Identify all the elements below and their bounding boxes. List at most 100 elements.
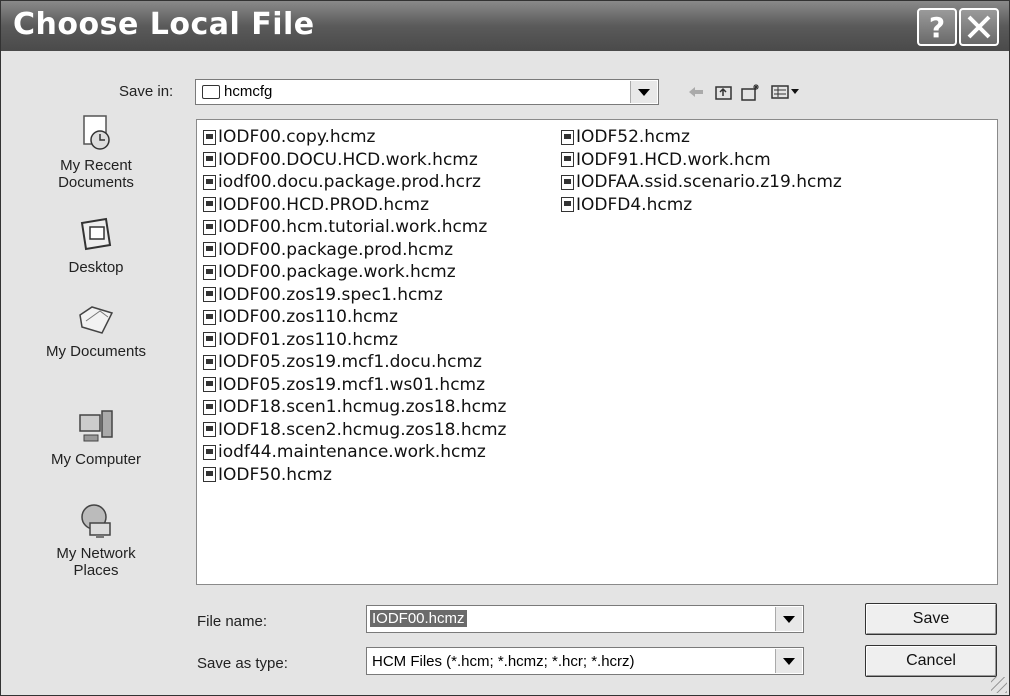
- list-item[interactable]: IODFAA.ssid.scenario.z19.hcmz: [561, 171, 842, 194]
- my-computer-icon: [79, 410, 113, 442]
- view-menu-button[interactable]: [769, 81, 803, 103]
- file-icon: [203, 422, 216, 438]
- file-name: IODF00.copy.hcmz: [218, 127, 376, 148]
- desktop-icon: [80, 217, 112, 251]
- save-in-value: hcmcfg: [224, 83, 273, 100]
- list-item[interactable]: IODF00.package.work.hcmz: [203, 261, 506, 284]
- file-icon: [203, 377, 216, 393]
- list-item[interactable]: IODF05.zos19.mcf1.docu.hcmz: [203, 351, 506, 374]
- save-in-dropdown[interactable]: hcmcfg: [195, 79, 659, 105]
- list-item[interactable]: iodf00.docu.package.prod.hcrz: [203, 171, 506, 194]
- file-icon: [561, 197, 574, 213]
- help-icon: ?: [928, 10, 946, 44]
- save-button[interactable]: Save: [865, 603, 997, 635]
- file-name: IODF00.package.prod.hcmz: [218, 239, 454, 260]
- file-name: IODFAA.ssid.scenario.z19.hcmz: [576, 172, 842, 193]
- place-network[interactable]: My Network Places: [11, 501, 181, 579]
- close-button[interactable]: [959, 8, 999, 46]
- place-label: Documents: [58, 174, 134, 191]
- file-icon: [561, 152, 574, 168]
- list-item[interactable]: IODF91.HCD.work.hcm: [561, 149, 842, 172]
- resize-grip[interactable]: [991, 677, 1007, 693]
- place-recent-documents[interactable]: My Recent Documents: [11, 113, 181, 191]
- file-name: IODF05.zos19.mcf1.docu.hcmz: [218, 352, 482, 373]
- file-icon: [203, 467, 216, 483]
- file-name-field[interactable]: IODF00.hcmz: [366, 605, 804, 633]
- file-name: IODF00.package.work.hcmz: [218, 262, 456, 283]
- list-item[interactable]: IODFD4.hcmz: [561, 194, 842, 217]
- file-name: IODF05.zos19.mcf1.ws01.hcmz: [218, 374, 486, 395]
- place-label: My Computer: [50, 451, 142, 468]
- file-column-2: IODF52.hcmz IODF91.HCD.work.hcm IODFAA.s…: [561, 126, 842, 216]
- file-name: IODF00.zos110.hcmz: [218, 307, 398, 328]
- list-item[interactable]: IODF18.scen2.hcmug.zos18.hcmz: [203, 419, 506, 442]
- file-icon: [203, 152, 216, 168]
- list-item[interactable]: IODF00.HCD.PROD.hcmz: [203, 194, 506, 217]
- save-as-type-label: Save as type:: [197, 655, 288, 672]
- folder-icon: [202, 85, 220, 99]
- file-icon: [203, 287, 216, 303]
- close-icon: [967, 15, 991, 39]
- file-icon: [203, 174, 216, 190]
- cancel-button[interactable]: Cancel: [865, 645, 997, 677]
- file-icon: [561, 129, 574, 145]
- file-name: IODFD4.hcmz: [576, 194, 693, 215]
- back-button[interactable]: [685, 81, 707, 103]
- back-arrow-icon: [689, 87, 703, 97]
- file-name: IODF18.scen2.hcmug.zos18.hcmz: [218, 419, 507, 440]
- up-folder-button[interactable]: [713, 81, 735, 103]
- save-as-type-dropdown[interactable]: HCM Files (*.hcm; *.hcmz; *.hcr; *.hcrz): [366, 647, 804, 675]
- list-item[interactable]: IODF00.zos19.spec1.hcmz: [203, 284, 506, 307]
- list-item[interactable]: IODF01.zos110.hcmz: [203, 329, 506, 352]
- file-icon: [203, 219, 216, 235]
- save-in-label: Save in:: [119, 83, 174, 100]
- list-item[interactable]: IODF00.DOCU.HCD.work.hcmz: [203, 149, 506, 172]
- file-icon: [203, 444, 216, 460]
- view-menu-icon: [771, 85, 799, 99]
- up-folder-icon: [715, 86, 732, 100]
- list-item[interactable]: IODF00.package.prod.hcmz: [203, 239, 506, 262]
- list-item[interactable]: IODF00.zos110.hcmz: [203, 306, 506, 329]
- chevron-down-icon: [783, 615, 795, 623]
- place-desktop[interactable]: Desktop: [11, 215, 181, 276]
- file-icon: [203, 197, 216, 213]
- file-name: IODF00.DOCU.HCD.work.hcmz: [218, 149, 478, 170]
- file-icon: [203, 309, 216, 325]
- place-my-documents[interactable]: My Documents: [11, 299, 181, 360]
- place-label: My Network: [56, 545, 136, 562]
- help-button[interactable]: ?: [917, 8, 957, 46]
- file-icon: [203, 332, 216, 348]
- place-label: My Recent: [60, 157, 132, 174]
- save-as-type-dropdown-button[interactable]: [775, 649, 802, 673]
- file-name-dropdown-button[interactable]: [775, 607, 802, 631]
- file-icon: [203, 242, 216, 258]
- file-name: IODF00.zos19.spec1.hcmz: [218, 284, 443, 305]
- list-item[interactable]: IODF00.hcm.tutorial.work.hcmz: [203, 216, 506, 239]
- file-name-value: IODF00.hcmz: [370, 610, 467, 627]
- title-bar[interactable]: Choose Local File ?: [1, 1, 1009, 51]
- file-list[interactable]: IODF00.copy.hcmz IODF00.DOCU.HCD.work.hc…: [196, 119, 998, 585]
- file-name: iodf44.maintenance.work.hcmz: [218, 442, 486, 463]
- file-name: IODF52.hcmz: [576, 127, 690, 148]
- place-label: Desktop: [68, 259, 124, 276]
- list-item[interactable]: IODF52.hcmz: [561, 126, 842, 149]
- list-item[interactable]: IODF00.copy.hcmz: [203, 126, 506, 149]
- place-my-computer[interactable]: My Computer: [11, 407, 181, 468]
- file-icon: [203, 264, 216, 280]
- list-item[interactable]: IODF05.zos19.mcf1.ws01.hcmz: [203, 374, 506, 397]
- recent-documents-icon: [83, 115, 110, 150]
- chevron-down-icon: [783, 657, 795, 665]
- chevron-down-icon: [638, 88, 650, 96]
- save-in-dropdown-button[interactable]: [630, 81, 657, 103]
- my-documents-icon: [79, 306, 114, 334]
- file-name: IODF01.zos110.hcmz: [218, 329, 398, 350]
- list-item[interactable]: IODF50.hcmz: [203, 464, 506, 487]
- file-icon: [203, 399, 216, 415]
- list-item[interactable]: IODF18.scen1.hcmug.zos18.hcmz: [203, 396, 506, 419]
- list-item[interactable]: iodf44.maintenance.work.hcmz: [203, 441, 506, 464]
- place-label: My Documents: [45, 343, 147, 360]
- file-name: IODF91.HCD.work.hcm: [576, 149, 771, 170]
- new-folder-button[interactable]: [739, 81, 763, 103]
- file-icon: [203, 129, 216, 145]
- new-folder-icon: [741, 84, 759, 101]
